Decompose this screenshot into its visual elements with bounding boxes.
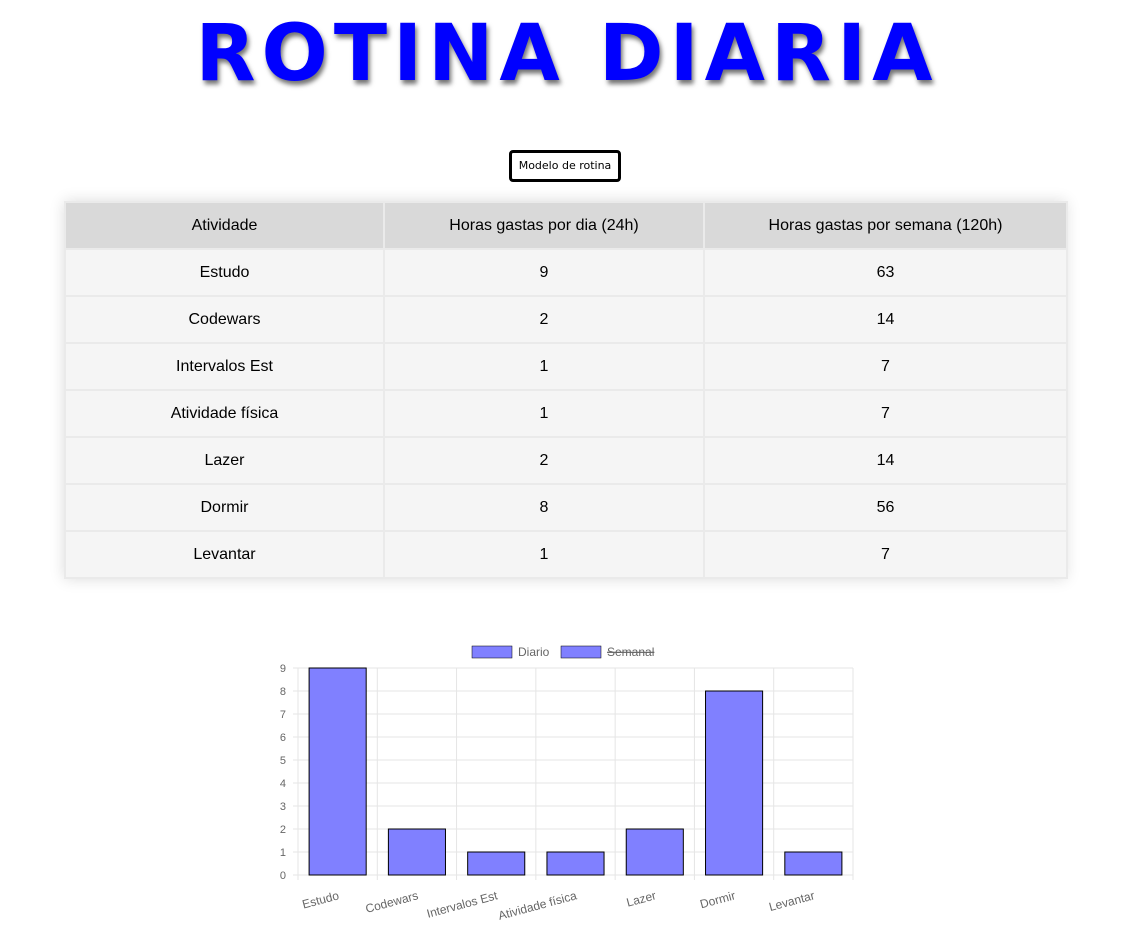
cell-hours-day: 1 bbox=[383, 389, 705, 438]
cell-hours-day: 8 bbox=[383, 483, 705, 532]
x-tick-label: Dormir bbox=[698, 888, 736, 911]
bar[interactable] bbox=[625, 828, 684, 876]
bar[interactable] bbox=[546, 851, 605, 876]
bar[interactable] bbox=[467, 851, 526, 876]
y-tick-label: 4 bbox=[280, 778, 286, 790]
bar[interactable] bbox=[705, 690, 764, 876]
cell-hours-week: 56 bbox=[703, 483, 1068, 532]
legend-swatch[interactable] bbox=[560, 645, 602, 659]
table-row: Codewars 2 14 bbox=[64, 295, 1068, 344]
cell-hours-week: 7 bbox=[703, 342, 1068, 391]
x-tick-label: Lazer bbox=[625, 888, 658, 909]
routine-table-container: Atividade Horas gastas por dia (24h) Hor… bbox=[64, 201, 1068, 579]
legend-label[interactable]: Semanal bbox=[607, 645, 654, 659]
header-hours-per-week: Horas gastas por semana (120h) bbox=[703, 201, 1068, 250]
cell-activity: Estudo bbox=[64, 248, 385, 297]
cell-hours-day: 2 bbox=[383, 295, 705, 344]
y-tick-label: 7 bbox=[280, 709, 286, 721]
header-activity: Atividade bbox=[64, 201, 385, 250]
table-row: Atividade física 1 7 bbox=[64, 389, 1068, 438]
y-tick-label: 8 bbox=[280, 686, 286, 698]
legend-label[interactable]: Diario bbox=[518, 645, 550, 659]
y-tick-label: 3 bbox=[280, 801, 286, 813]
table-row: Estudo 9 63 bbox=[64, 248, 1068, 297]
header-hours-per-day: Horas gastas por dia (24h) bbox=[383, 201, 705, 250]
cell-hours-week: 14 bbox=[703, 295, 1068, 344]
cell-activity: Intervalos Est bbox=[64, 342, 385, 391]
table-row: Lazer 2 14 bbox=[64, 436, 1068, 485]
cell-activity: Dormir bbox=[64, 483, 385, 532]
cell-activity: Atividade física bbox=[64, 389, 385, 438]
table-header-row: Atividade Horas gastas por dia (24h) Hor… bbox=[64, 201, 1068, 250]
x-tick-label: Codewars bbox=[364, 888, 420, 916]
page: ROTINA DIARIA Modelo de rotina Atividade… bbox=[0, 0, 1134, 929]
cell-hours-week: 14 bbox=[703, 436, 1068, 485]
bar-chart: 0 1 2 3 4 5 6 7 8 9 Estudo Codewars Intervalos Est At… bbox=[260, 636, 870, 926]
cell-hours-day: 9 bbox=[383, 248, 705, 297]
x-tick-label: Estudo bbox=[301, 888, 341, 911]
cell-hours-day: 1 bbox=[383, 530, 705, 579]
cell-hours-week: 7 bbox=[703, 530, 1068, 579]
bar[interactable] bbox=[387, 828, 446, 876]
cell-activity: Codewars bbox=[64, 295, 385, 344]
x-tick-label: Intervalos Est bbox=[425, 888, 499, 921]
table-row: Levantar 1 7 bbox=[64, 530, 1068, 579]
y-tick-label: 5 bbox=[280, 755, 286, 767]
cell-hours-week: 7 bbox=[703, 389, 1068, 438]
x-tick-label: Atividade física bbox=[497, 888, 579, 922]
routine-table: Atividade Horas gastas por dia (24h) Hor… bbox=[64, 201, 1068, 579]
x-tick-label: Levantar bbox=[767, 888, 816, 914]
cell-hours-week: 63 bbox=[703, 248, 1068, 297]
table-row: Dormir 8 56 bbox=[64, 483, 1068, 532]
y-tick-label: 6 bbox=[280, 732, 286, 744]
cell-hours-day: 1 bbox=[383, 342, 705, 391]
bar[interactable] bbox=[308, 667, 367, 876]
cell-activity: Levantar bbox=[64, 530, 385, 579]
page-title: ROTINA DIARIA bbox=[195, 9, 939, 99]
cell-hours-day: 2 bbox=[383, 436, 705, 485]
bar-chart-svg: 0 1 2 3 4 5 6 7 8 9 Estudo Codewars Intervalos EstAt… bbox=[280, 645, 854, 923]
routine-model-button[interactable]: Modelo de rotina bbox=[509, 150, 621, 182]
y-tick-label: 0 bbox=[280, 870, 286, 882]
legend-swatch[interactable] bbox=[471, 645, 513, 659]
bar[interactable] bbox=[784, 851, 843, 876]
y-tick-label: 2 bbox=[280, 824, 286, 836]
y-tick-label: 1 bbox=[280, 847, 286, 859]
y-tick-label: 9 bbox=[280, 663, 286, 675]
cell-activity: Lazer bbox=[64, 436, 385, 485]
table-row: Intervalos Est 1 7 bbox=[64, 342, 1068, 391]
